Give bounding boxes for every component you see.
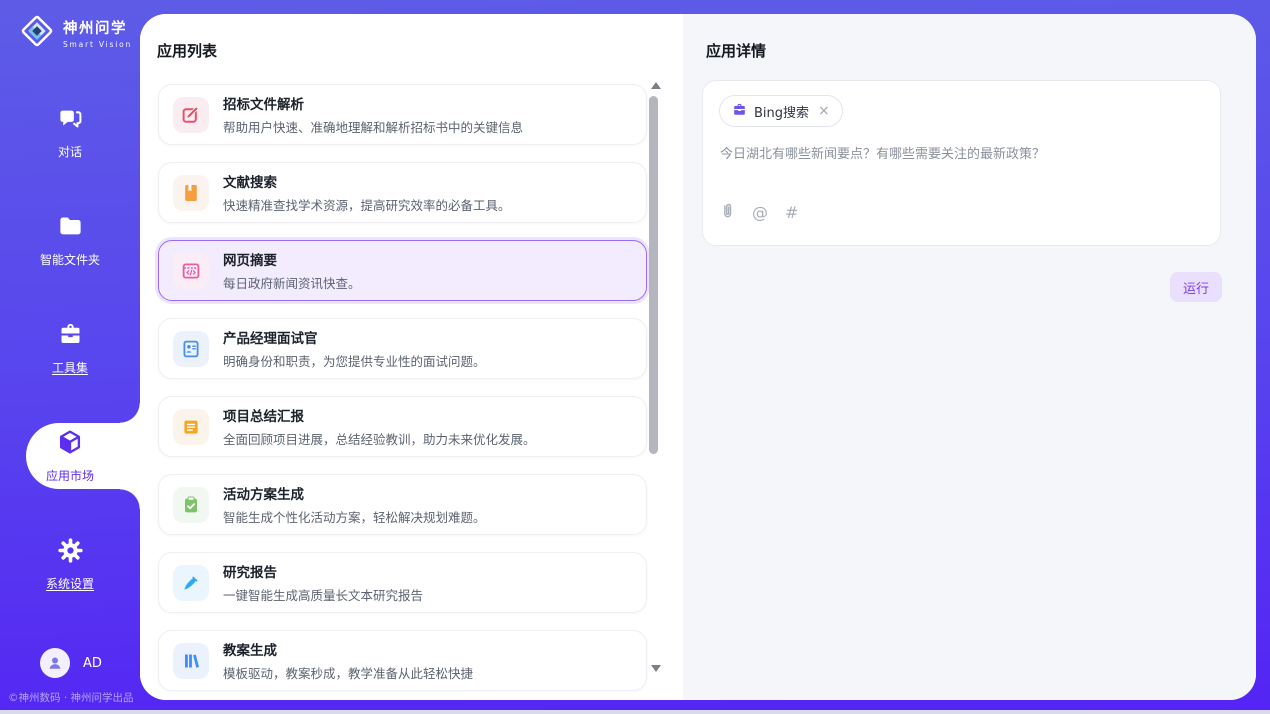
app-card-title: 网页摘要 bbox=[223, 249, 361, 269]
composer-toolbar: @ # bbox=[720, 202, 798, 223]
app-card-title: 产品经理面试官 bbox=[223, 327, 486, 347]
tool-chip-bing-search[interactable]: Bing搜索 × bbox=[719, 95, 843, 127]
sidebar-item-label: 对话 bbox=[58, 143, 82, 160]
app-card-title: 教案生成 bbox=[223, 639, 473, 659]
topic-icon[interactable]: # bbox=[785, 205, 798, 221]
tool-chip-label: Bing搜索 bbox=[754, 102, 809, 121]
app-window: 神州问学 Smart Vision 对话 bbox=[0, 0, 1270, 714]
sidebar-item-label: 应用市场 bbox=[46, 467, 94, 484]
app-list-panel: 应用列表 招标文件解析 帮助用户快速、准确地理解和解析招标书中的关键信息 bbox=[140, 14, 683, 700]
attachment-icon[interactable] bbox=[720, 202, 735, 223]
sidebar-item-smart-folder[interactable]: 智能文件夹 bbox=[0, 207, 140, 273]
app-card-description: 每日政府新闻资讯快查。 bbox=[223, 273, 361, 292]
app-card-description: 模板驱动，教案秒成，教学准备从此轻松快捷 bbox=[223, 663, 473, 682]
briefcase-icon bbox=[732, 102, 747, 121]
app-card-description: 一键智能生成高质量长文本研究报告 bbox=[223, 585, 423, 604]
app-card-research-report[interactable]: 研究报告 一键智能生成高质量长文本研究报告 bbox=[158, 552, 647, 613]
prompt-card: Bing搜索 × 今日湖北有哪些新闻要点？有哪些需要关注的最新政策？ @ # bbox=[702, 80, 1221, 246]
sidebar-item-app-market[interactable]: 应用市场 bbox=[26, 423, 140, 489]
app-card-lesson-plan[interactable]: 教案生成 模板驱动，教案秒成，教学准备从此轻松快捷 bbox=[158, 630, 647, 691]
edit-icon bbox=[173, 97, 209, 133]
chat-icon bbox=[57, 105, 84, 136]
brand-logo: 神州问学 Smart Vision bbox=[18, 12, 132, 54]
gear-icon bbox=[57, 537, 84, 568]
avatar-person-icon bbox=[46, 654, 64, 672]
brand-name: 神州问学 bbox=[63, 17, 132, 38]
sidebar-item-settings[interactable]: 系统设置 bbox=[0, 531, 140, 597]
app-card-pm-interviewer[interactable]: 产品经理面试官 明确身份和职责，为您提供专业性的面试问题。 bbox=[158, 318, 647, 379]
user-profile[interactable]: AD bbox=[40, 648, 102, 678]
app-card-description: 智能生成个性化活动方案，轻松解决规划难题。 bbox=[223, 507, 486, 526]
app-card-event-plan[interactable]: 活动方案生成 智能生成个性化活动方案，轻松解决规划难题。 bbox=[158, 474, 647, 535]
app-list-title: 应用列表 bbox=[157, 40, 217, 61]
scrollbar-thumb[interactable] bbox=[649, 96, 658, 454]
sidebar: 神州问学 Smart Vision 对话 bbox=[0, 0, 140, 714]
folder-icon bbox=[57, 213, 84, 244]
app-card-bid-document-analysis[interactable]: 招标文件解析 帮助用户快速、准确地理解和解析招标书中的关键信息 bbox=[158, 84, 647, 145]
brand-subtitle: Smart Vision bbox=[63, 40, 132, 49]
books-icon bbox=[173, 643, 209, 679]
app-card-title: 招标文件解析 bbox=[223, 93, 523, 113]
app-card-literature-search[interactable]: 文献搜索 快速精准查找学术资源，提高研究效率的必备工具。 bbox=[158, 162, 647, 223]
browser-code-icon bbox=[173, 253, 209, 289]
scrollbar-down-arrow[interactable] bbox=[651, 665, 661, 672]
app-detail-title: 应用详情 bbox=[706, 40, 766, 61]
sidebar-item-label: 工具集 bbox=[52, 359, 88, 376]
pen-icon bbox=[173, 565, 209, 601]
sidebar-item-chat[interactable]: 对话 bbox=[0, 99, 140, 165]
run-button[interactable]: 运行 bbox=[1170, 272, 1222, 302]
cube-icon bbox=[56, 428, 84, 460]
copyright-text: ©神州数码 · 神州问学出品 bbox=[8, 690, 134, 705]
app-card-description: 全面回顾项目进展，总结经验教训，助力未来优化发展。 bbox=[223, 429, 536, 448]
app-card-title: 项目总结汇报 bbox=[223, 405, 536, 425]
report-icon bbox=[173, 409, 209, 445]
sidebar-item-label: 智能文件夹 bbox=[40, 251, 100, 268]
app-card-description: 明确身份和职责，为您提供专业性的面试问题。 bbox=[223, 351, 486, 370]
app-card-project-summary[interactable]: 项目总结汇报 全面回顾项目进展，总结经验教训，助力未来优化发展。 bbox=[158, 396, 647, 457]
clipboard-check-icon bbox=[173, 487, 209, 523]
diamond-logo-icon bbox=[18, 12, 56, 54]
app-list: 招标文件解析 帮助用户快速、准确地理解和解析招标书中的关键信息 文献搜索 快速精… bbox=[158, 84, 647, 700]
scrollbar-up-arrow[interactable] bbox=[651, 82, 661, 89]
sidebar-nav: 对话 智能文件夹 工具集 bbox=[0, 99, 140, 639]
window-bottom-edge bbox=[0, 710, 1270, 714]
sidebar-item-toolset[interactable]: 工具集 bbox=[0, 315, 140, 381]
app-card-description: 帮助用户快速、准确地理解和解析招标书中的关键信息 bbox=[223, 117, 523, 136]
app-card-web-summary[interactable]: 网页摘要 每日政府新闻资讯快查。 bbox=[158, 240, 647, 301]
app-card-title: 文献搜索 bbox=[223, 171, 511, 191]
content-card: 应用列表 招标文件解析 帮助用户快速、准确地理解和解析招标书中的关键信息 bbox=[140, 14, 1256, 700]
app-detail-panel: 应用详情 Bing搜索 × 今日湖北有哪些新闻要点？有哪些需要关注的最新政策？ bbox=[683, 14, 1256, 700]
app-card-title: 活动方案生成 bbox=[223, 483, 486, 503]
query-text-input[interactable]: 今日湖北有哪些新闻要点？有哪些需要关注的最新政策？ bbox=[720, 143, 1200, 162]
mention-icon[interactable]: @ bbox=[752, 205, 768, 221]
app-card-description: 快速精准查找学术资源，提高研究效率的必备工具。 bbox=[223, 195, 511, 214]
toolbox-icon bbox=[57, 321, 84, 352]
user-initials: AD bbox=[83, 656, 102, 671]
sidebar-item-label: 系统设置 bbox=[46, 575, 94, 592]
avatar bbox=[40, 648, 70, 678]
app-card-title: 研究报告 bbox=[223, 561, 423, 581]
resume-icon bbox=[173, 331, 209, 367]
book-icon bbox=[173, 175, 209, 211]
close-icon[interactable]: × bbox=[818, 104, 830, 118]
